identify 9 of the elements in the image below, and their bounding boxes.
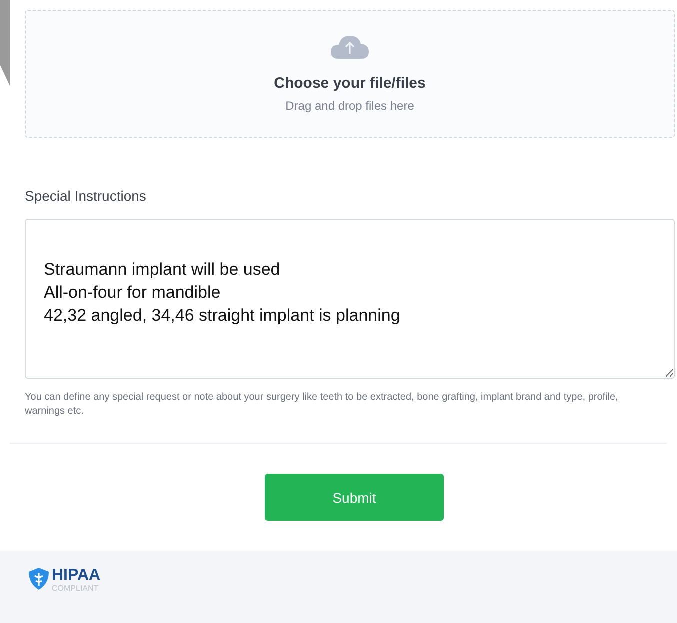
cloud-upload-icon — [330, 34, 370, 60]
field-label: Special Instructions — [25, 188, 148, 204]
drop-hint: Drag and drop files here — [286, 99, 414, 113]
help-text: You can define any special request or note about your surgery like teeth to be extracted, bone grafting, implant brand and type, profile, warnings etc. — [25, 391, 620, 419]
drop-title: Choose your file/files — [274, 75, 426, 92]
shield-icon — [28, 567, 50, 591]
instructions-field[interactable]: Straumann implant will be used All-on-four for mandible 42,32 angled, 34,46 straight implant is planning — [25, 219, 675, 379]
badge-title: HIPAA — [52, 567, 101, 584]
file-drop-zone[interactable]: Choose your file/files Drag and drop files here — [25, 10, 675, 138]
